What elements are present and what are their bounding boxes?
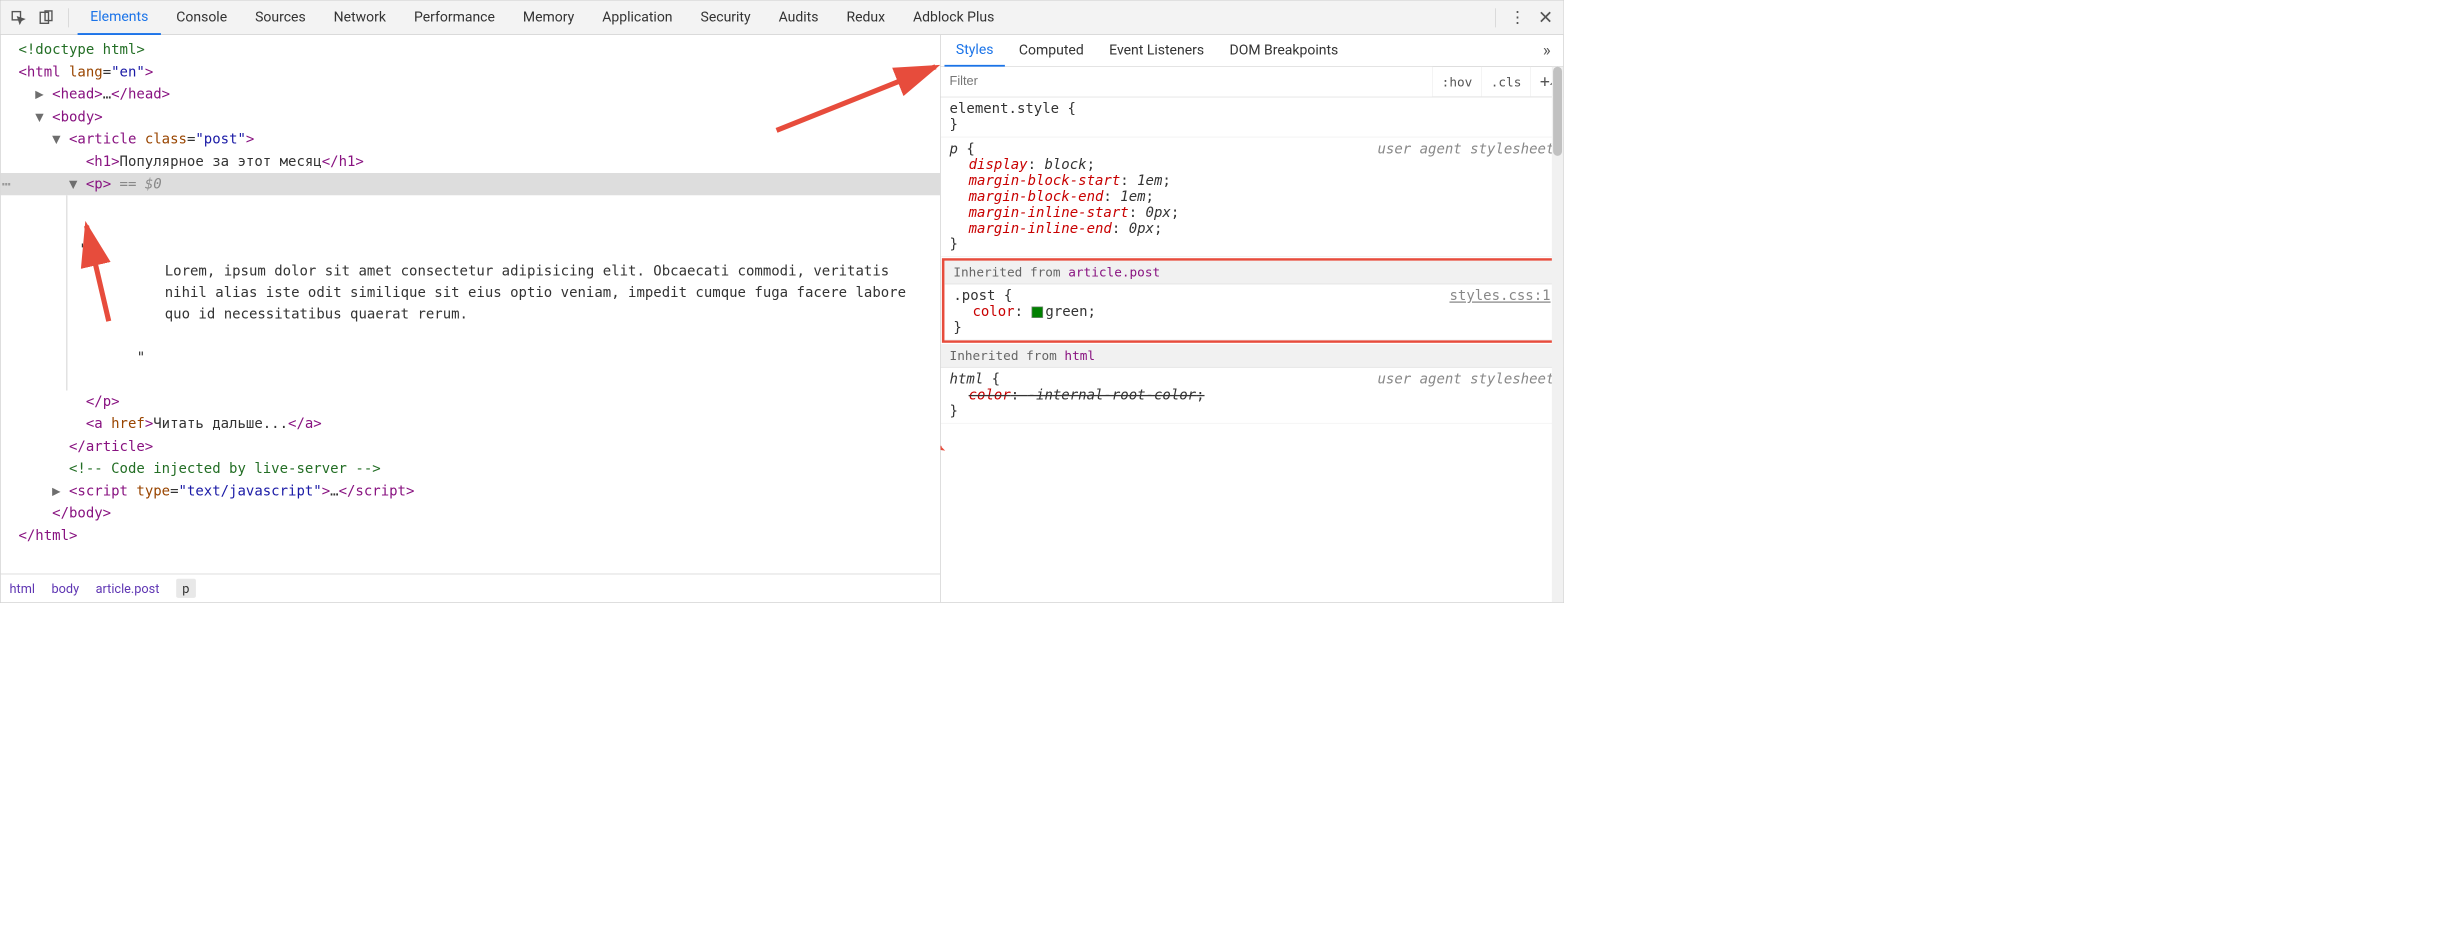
element-style-rule[interactable]: element.style { } <box>941 97 1564 137</box>
body-close-node[interactable]: </body> <box>52 506 111 522</box>
tab-dom-breakpoints[interactable]: DOM Breakpoints <box>1218 35 1350 66</box>
css-property[interactable]: display <box>969 157 1028 173</box>
styles-rules-list[interactable]: element.style { } p { user agent stylesh… <box>941 97 1564 602</box>
css-property[interactable]: color <box>969 387 1011 403</box>
styles-filter-input[interactable] <box>941 67 1432 97</box>
css-property[interactable]: margin-block-start <box>969 173 1121 189</box>
inherited-from-article: Inherited from article.post <box>944 261 1559 285</box>
article-close-node[interactable]: </article> <box>69 439 153 455</box>
tab-computed[interactable]: Computed <box>1007 35 1095 66</box>
css-property[interactable]: color <box>972 304 1014 320</box>
css-value[interactable]: 0px <box>1129 221 1154 237</box>
rule-selector[interactable]: html <box>950 371 984 387</box>
rule-source-link[interactable]: styles.css:1 <box>1449 288 1550 304</box>
css-property[interactable]: margin-inline-end <box>969 221 1112 237</box>
inspect-icon[interactable] <box>6 5 31 30</box>
rule-selector[interactable]: .post <box>953 288 995 304</box>
scrollbar-thumb[interactable] <box>1553 67 1562 156</box>
tab-styles[interactable]: Styles <box>944 35 1004 66</box>
elements-panel: <!doctype html> <html lang="en"> ▶ <head… <box>1 35 940 602</box>
inherited-selector[interactable]: html <box>1064 348 1095 363</box>
inherited-selector[interactable]: article.post <box>1068 265 1160 280</box>
css-value[interactable]: block <box>1044 157 1086 173</box>
head-node[interactable]: <head> <box>52 87 103 103</box>
kebab-menu-icon[interactable]: ⋮ <box>1505 5 1530 30</box>
styles-sidebar-tabs: Styles Computed Event Listeners DOM Brea… <box>941 35 1564 67</box>
more-tabs-icon[interactable]: » <box>1534 41 1560 60</box>
comment-node[interactable]: <!-- Code injected by live-server --> <box>69 461 381 477</box>
dom-tree[interactable]: <!doctype html> <html lang="en"> ▶ <head… <box>1 35 940 574</box>
css-value[interactable]: 0px <box>1146 205 1171 221</box>
a-text[interactable]: Читать дальше... <box>153 416 288 432</box>
p-user-agent-rule[interactable]: p { user agent stylesheet display: block… <box>941 137 1564 257</box>
tab-elements[interactable]: Elements <box>78 0 161 34</box>
toolbar-divider <box>68 8 69 27</box>
tab-sources[interactable]: Sources <box>242 0 318 34</box>
post-rule[interactable]: .post { styles.css:1 color: green; } <box>944 284 1559 340</box>
devtools-window: Elements Console Sources Network Perform… <box>0 0 1564 603</box>
article-node[interactable]: <article <box>69 131 145 147</box>
expand-toggle-icon[interactable]: ▼ <box>35 109 43 125</box>
main-toolbar: Elements Console Sources Network Perform… <box>1 1 1564 35</box>
html-user-agent-rule[interactable]: html { user agent stylesheet color: -int… <box>941 368 1564 424</box>
selected-dom-node[interactable]: ▼ <p> == $0 <box>1 173 940 195</box>
p-close-node[interactable]: </p> <box>86 394 120 410</box>
tab-redux[interactable]: Redux <box>834 0 898 34</box>
eq0-label: == $0 <box>111 176 162 192</box>
crumb-p[interactable]: p <box>176 579 196 598</box>
tab-security[interactable]: Security <box>688 0 764 34</box>
rule-selector[interactable]: element.style <box>950 101 1060 117</box>
inherited-label: Inherited from <box>950 348 1057 363</box>
inherited-label: Inherited from <box>953 265 1060 280</box>
tab-adblock[interactable]: Adblock Plus <box>900 0 1007 34</box>
doctype-node[interactable]: <!doctype html> <box>18 42 144 58</box>
h1-node[interactable]: <h1> <box>86 154 120 170</box>
css-property[interactable]: margin-inline-start <box>969 205 1129 221</box>
main-content: <!doctype html> <html lang="en"> ▶ <head… <box>1 35 1564 602</box>
rule-origin: user agent stylesheet <box>1377 141 1554 157</box>
tab-application[interactable]: Application <box>590 0 686 34</box>
device-toggle-icon[interactable] <box>34 5 59 30</box>
toolbar-divider <box>1495 8 1496 27</box>
styles-filter-bar: :hov .cls +◢ <box>941 67 1564 98</box>
expand-toggle-icon[interactable]: ▶ <box>52 483 60 499</box>
cls-toggle[interactable]: .cls <box>1481 67 1530 97</box>
css-value[interactable]: green <box>1045 304 1087 320</box>
color-swatch-icon[interactable] <box>1031 307 1042 318</box>
html-open-tag[interactable]: <html <box>18 64 69 80</box>
p-node[interactable]: <p> <box>86 176 111 192</box>
css-value[interactable]: 1em <box>1137 173 1162 189</box>
expand-toggle-icon[interactable]: ▶ <box>35 87 43 103</box>
highlighted-inherited-section: Inherited from article.post .post { styl… <box>942 258 1562 343</box>
expand-toggle-icon[interactable]: ▼ <box>52 131 60 147</box>
tab-event-listeners[interactable]: Event Listeners <box>1098 35 1216 66</box>
crumb-html[interactable]: html <box>10 581 35 596</box>
hov-toggle[interactable]: :hov <box>1432 67 1481 97</box>
rule-selector[interactable]: p <box>950 141 958 157</box>
inherited-from-html: Inherited from html <box>941 344 1564 368</box>
tab-audits[interactable]: Audits <box>766 0 831 34</box>
p-text-content[interactable]: Lorem, ipsum dolor sit amet consectetur … <box>18 261 927 326</box>
tab-memory[interactable]: Memory <box>510 0 587 34</box>
h1-text[interactable]: Популярное за этот месяц <box>120 154 322 170</box>
tab-performance[interactable]: Performance <box>401 0 507 34</box>
css-value[interactable]: 1em <box>1120 189 1145 205</box>
tab-network[interactable]: Network <box>321 0 399 34</box>
crumb-body[interactable]: body <box>51 581 79 596</box>
expand-toggle-icon[interactable]: ▼ <box>69 176 77 192</box>
rule-origin: user agent stylesheet <box>1377 371 1554 387</box>
css-property[interactable]: margin-block-end <box>969 189 1104 205</box>
css-value[interactable]: -internal-root-color <box>1028 387 1196 403</box>
body-node[interactable]: <body> <box>52 109 103 125</box>
styles-panel: Styles Computed Event Listeners DOM Brea… <box>940 35 1563 602</box>
html-close-node[interactable]: </html> <box>18 528 77 544</box>
tab-console[interactable]: Console <box>164 0 240 34</box>
breadcrumb-trail: html body article.post p <box>1 574 940 603</box>
crumb-article[interactable]: article.post <box>96 581 160 596</box>
close-icon[interactable]: ✕ <box>1533 5 1558 30</box>
a-node[interactable]: <a <box>86 416 111 432</box>
script-node[interactable]: <script <box>69 483 136 499</box>
